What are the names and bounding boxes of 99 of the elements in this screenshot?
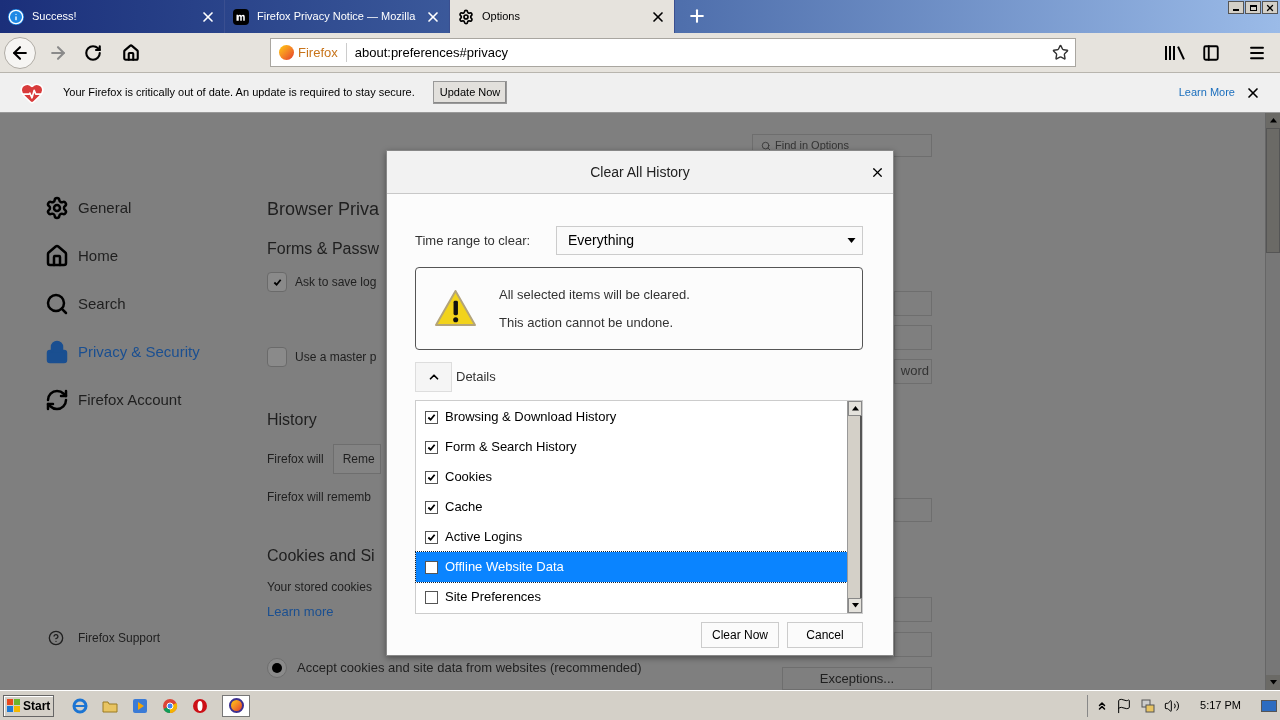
notification-message: Your Firefox is critically out of date. An update is required to stay secure. bbox=[63, 85, 415, 101]
scroll-thumb[interactable] bbox=[1266, 128, 1280, 253]
media-player-icon[interactable] bbox=[132, 697, 149, 714]
details-label: Details bbox=[456, 368, 496, 387]
sidebar-item[interactable]: Firefox Account bbox=[45, 376, 267, 424]
warning-text: All selected items will be cleared. bbox=[499, 286, 690, 304]
sidebar-item[interactable]: General bbox=[45, 184, 267, 232]
m-logo-icon bbox=[233, 8, 249, 25]
history-dropdown[interactable]: Reme bbox=[332, 444, 381, 474]
show-desktop-icon[interactable] bbox=[1261, 699, 1277, 712]
gear-icon bbox=[458, 8, 474, 25]
home-icon bbox=[45, 244, 69, 268]
list-item[interactable]: Active Logins bbox=[416, 522, 847, 552]
radio-button[interactable] bbox=[267, 657, 287, 678]
list-item[interactable]: Offline Website Data bbox=[416, 552, 847, 582]
help-icon bbox=[48, 630, 64, 646]
cookies-text: Your stored cookies bbox=[267, 579, 372, 596]
scrollbar[interactable] bbox=[1265, 113, 1280, 690]
list-item[interactable]: Cache bbox=[416, 492, 847, 522]
bookmark-star-icon[interactable] bbox=[1052, 44, 1069, 61]
minimize-icon[interactable] bbox=[1228, 1, 1244, 14]
gear-icon bbox=[45, 196, 69, 220]
clear-now-button[interactable]: Clear Now bbox=[701, 622, 779, 648]
windows-logo-icon bbox=[7, 698, 21, 713]
library-icon[interactable] bbox=[1165, 45, 1182, 60]
firefox-logo-icon bbox=[279, 45, 294, 60]
checkbox[interactable] bbox=[267, 272, 287, 292]
flag-icon[interactable] bbox=[1116, 697, 1133, 714]
checkbox[interactable] bbox=[425, 470, 438, 484]
search-icon bbox=[45, 292, 69, 316]
close-icon[interactable] bbox=[1262, 1, 1278, 14]
scroll-up-icon[interactable] bbox=[851, 406, 859, 411]
checkbox[interactable] bbox=[425, 440, 438, 454]
scrollbar[interactable] bbox=[847, 401, 862, 613]
learn-more-link[interactable]: Learn More bbox=[1178, 84, 1235, 101]
section-heading: History bbox=[267, 410, 317, 430]
tab-title: Firefox Privacy Notice — Mozilla bbox=[257, 9, 417, 25]
search-icon bbox=[761, 140, 771, 151]
info-icon bbox=[8, 8, 24, 25]
identity-label: Firefox bbox=[298, 42, 347, 63]
restore-icon[interactable] bbox=[1245, 1, 1261, 14]
home-icon[interactable] bbox=[122, 43, 140, 62]
time-range-dropdown[interactable]: Everything bbox=[556, 226, 863, 255]
start-button[interactable]: Start bbox=[3, 694, 55, 717]
checkbox-label: Use a master p bbox=[295, 349, 377, 366]
new-tab-icon[interactable] bbox=[687, 6, 707, 26]
address-bar[interactable]: Firefox about:preferences#privacy bbox=[270, 38, 1076, 67]
checkbox[interactable] bbox=[425, 560, 438, 574]
history-note: Firefox will rememb bbox=[267, 489, 371, 506]
back-button[interactable] bbox=[4, 36, 36, 69]
support-link[interactable]: Firefox Support bbox=[78, 629, 161, 647]
check-icon bbox=[427, 472, 436, 482]
reload-icon[interactable] bbox=[84, 43, 102, 62]
browser-e-icon[interactable] bbox=[72, 697, 89, 714]
history-label: Firefox will bbox=[267, 451, 324, 468]
warning-icon bbox=[434, 289, 477, 328]
chrome-icon[interactable] bbox=[162, 697, 179, 714]
update-now-button[interactable]: Update Now bbox=[432, 81, 508, 104]
scroll-down-icon[interactable] bbox=[851, 603, 859, 608]
check-icon bbox=[427, 502, 436, 512]
time-range-label: Time range to clear: bbox=[415, 231, 532, 250]
check-icon bbox=[427, 442, 436, 452]
checkbox[interactable] bbox=[425, 590, 438, 604]
sidebar-icon[interactable] bbox=[1202, 43, 1220, 62]
page-title: Browser Priva bbox=[267, 198, 380, 221]
exceptions-button[interactable]: Exceptions... bbox=[782, 666, 932, 690]
cancel-button[interactable]: Cancel bbox=[787, 622, 863, 648]
tab-title: Options bbox=[482, 9, 521, 25]
warning-text: This action cannot be undone. bbox=[499, 313, 675, 332]
list-item[interactable]: Cookies bbox=[416, 462, 847, 492]
tab-title: Success! bbox=[32, 9, 78, 25]
checkbox[interactable] bbox=[425, 500, 438, 514]
clock: 5:17 PM bbox=[1200, 698, 1241, 714]
sync-icon bbox=[45, 388, 69, 412]
list-item[interactable]: Site Preferences bbox=[416, 582, 847, 612]
check-icon bbox=[427, 412, 436, 422]
network-icon[interactable] bbox=[1140, 697, 1157, 714]
checkbox[interactable] bbox=[425, 410, 438, 424]
details-toggle[interactable] bbox=[415, 362, 452, 392]
url-text: about:preferences#privacy bbox=[354, 43, 509, 62]
firefox-taskbar-button[interactable] bbox=[222, 694, 251, 717]
checkbox-label: Ask to save log bbox=[295, 274, 377, 291]
checkbox[interactable] bbox=[425, 530, 438, 544]
browser-tab[interactable]: Options bbox=[450, 0, 675, 33]
list-item[interactable]: Browsing & Download History bbox=[416, 402, 847, 432]
check-icon bbox=[272, 277, 282, 287]
list-item[interactable]: Form & Search History bbox=[416, 432, 847, 462]
checkbox[interactable] bbox=[267, 347, 287, 367]
check-icon bbox=[427, 532, 436, 542]
sidebar-item[interactable]: Search bbox=[45, 280, 267, 328]
section-heading: Forms & Passw bbox=[267, 239, 379, 259]
dropdown-arrow-icon bbox=[847, 238, 856, 243]
dialog-title: Clear All History bbox=[590, 162, 690, 182]
sidebar-item[interactable]: Home bbox=[45, 232, 267, 280]
radio-label: Accept cookies and site data from websites (recommended) bbox=[297, 658, 642, 677]
opera-icon[interactable] bbox=[192, 697, 209, 714]
lock-icon bbox=[45, 340, 69, 364]
volume-icon[interactable] bbox=[1164, 697, 1181, 714]
section-heading: Cookies and Si bbox=[267, 546, 375, 566]
